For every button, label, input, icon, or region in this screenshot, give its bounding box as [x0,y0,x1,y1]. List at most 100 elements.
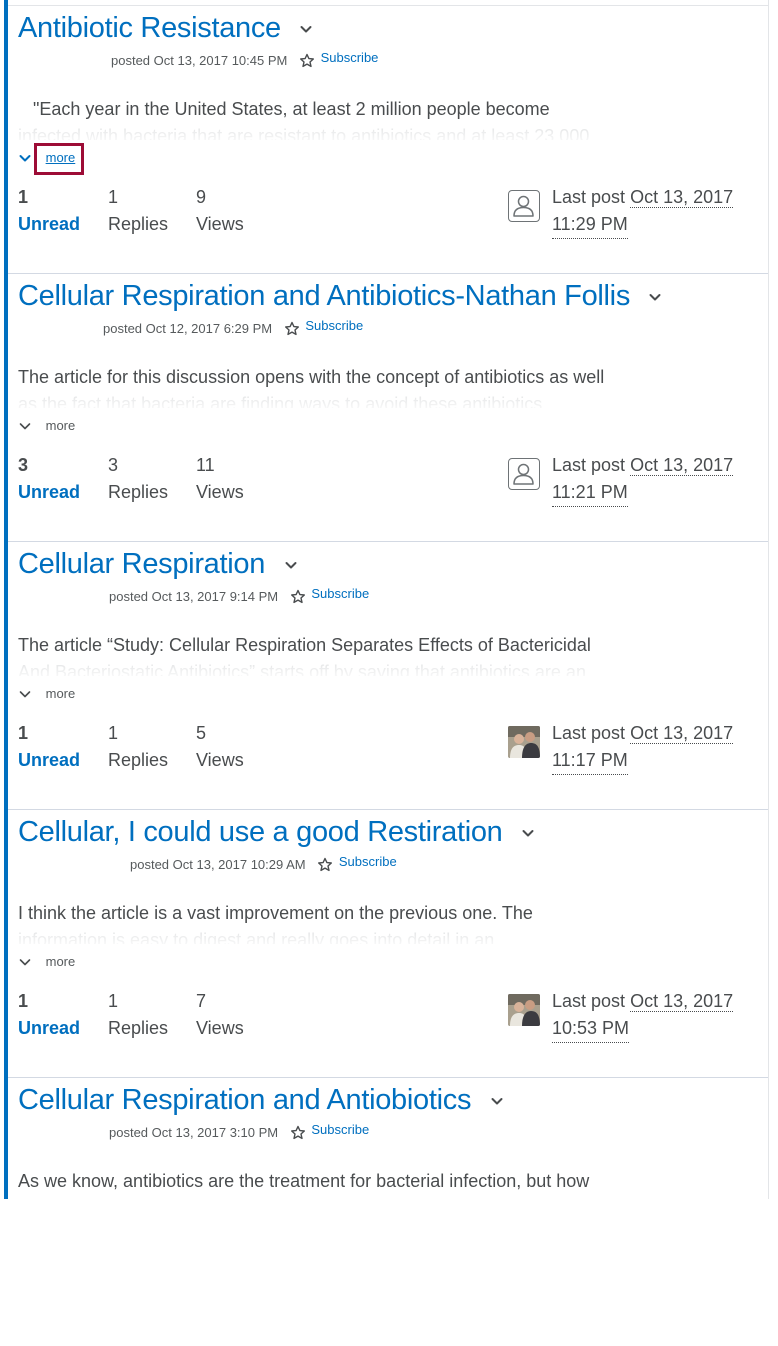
topic-title-link[interactable]: Cellular Respiration and Antiobiotics [18,1084,471,1117]
last-post-date[interactable]: Oct 13, 2017 [630,455,734,476]
posted-date: posted Oct 13, 2017 3:10 PM [109,1125,279,1141]
views-count: 5 [196,723,207,743]
replies-stat: 3 Replies [108,452,188,506]
star-icon[interactable] [299,53,315,69]
posted-date: posted Oct 12, 2017 6:29 PM [103,321,273,337]
chevron-down-icon [18,151,32,165]
more-toggle[interactable]: more [18,685,75,701]
unread-count: 1 [18,723,29,743]
unread-link[interactable]: Unread [18,479,98,506]
topic-actions-chevron-icon[interactable] [299,22,313,36]
more-link[interactable]: more [46,418,76,433]
topic-title-link[interactable]: Cellular Respiration and Antibiotics-Nat… [18,280,630,313]
replies-count: 1 [108,723,119,743]
topic-actions-chevron-icon[interactable] [521,826,535,840]
last-post-date[interactable]: Oct 13, 2017 [630,187,734,208]
views-label: Views [196,482,244,502]
views-count: 7 [196,991,207,1011]
more-link[interactable]: more [46,686,76,701]
views-stat: 7 Views [196,988,276,1042]
star-icon[interactable] [290,589,306,605]
replies-label: Replies [108,1018,169,1038]
views-stat: 5 Views [196,720,276,774]
unread-stat[interactable]: 1 Unread [18,988,98,1042]
topic-meta: posted Oct 13, 2017 10:29 AM Subscribe [130,854,397,873]
excerpt-text: The article “Study: Cellular Respiration… [18,635,591,655]
replies-stat: 1 Replies [108,720,188,774]
last-post: Last post Oct 13, 2017 11:29 PM [508,184,768,244]
subscribe-link[interactable]: Subscribe [339,854,397,869]
topic-meta: posted Oct 13, 2017 9:14 PM Subscribe [109,586,369,605]
views-count: 9 [196,187,207,207]
subscribe-link[interactable]: Subscribe [311,1122,369,1137]
last-post-time[interactable]: 11:29 PM [552,211,628,239]
topic-actions-chevron-icon[interactable] [284,558,298,572]
subscribe-link[interactable]: Subscribe [311,586,369,601]
topic-item: Antibiotic Resistance posted Oct 13, 201… [8,6,768,274]
topic-actions-chevron-icon[interactable] [490,1094,504,1108]
topic-item: Cellular Respiration posted Oct 13, 2017… [8,542,768,810]
unread-stat[interactable]: 1 Unread [18,720,98,774]
more-toggle[interactable]: more [18,953,75,969]
views-label: Views [196,214,244,234]
last-post-text: Last post Oct 13, 2017 10:53 PM [552,988,734,1043]
posted-date: posted Oct 13, 2017 9:14 PM [109,589,279,605]
views-label: Views [196,1018,244,1038]
topic-excerpt: As we know, antibiotics are the treatmen… [18,1168,658,1195]
last-post-label: Last post [552,455,626,475]
topic-title-link[interactable]: Cellular Respiration [18,548,265,581]
discussion-topic-list: Antibiotic Resistance posted Oct 13, 201… [0,0,778,1199]
views-count: 11 [196,455,215,475]
last-post-label: Last post [552,723,626,743]
topic-title-row: Cellular Respiration and Antibiotics-Nat… [18,280,662,313]
excerpt-faded-text: as the fact that bacteria are finding wa… [18,394,548,408]
last-post-label: Last post [552,991,626,1011]
excerpt-text: As we know, antibiotics are the treatmen… [18,1171,590,1191]
topic-meta: posted Oct 13, 2017 10:45 PM Subscribe [111,50,379,69]
user-placeholder-icon [508,190,540,222]
views-stat: 9 Views [196,184,276,238]
last-post-time[interactable]: 11:17 PM [552,747,628,775]
user-photo [508,994,540,1026]
unread-count: 3 [18,455,29,475]
last-post-time[interactable]: 11:21 PM [552,479,628,507]
subscribe-link[interactable]: Subscribe [305,318,363,333]
more-link[interactable]: more [46,954,76,969]
replies-count: 1 [108,991,119,1011]
topic-title-link[interactable]: Antibiotic Resistance [18,12,281,45]
topic-item: Cellular Respiration and Antiobiotics po… [8,1078,768,1346]
excerpt-text: The article for this discussion opens wi… [18,367,605,387]
topic-title-row: Cellular, I could use a good Restiration [18,816,535,849]
star-icon[interactable] [284,321,300,337]
last-post-date[interactable]: Oct 13, 2017 [630,991,734,1012]
star-icon[interactable] [290,1125,306,1141]
topic-excerpt: The article “Study: Cellular Respiration… [18,632,658,676]
views-label: Views [196,750,244,770]
star-icon[interactable] [317,857,333,873]
topic-title-row: Antibiotic Resistance [18,12,313,45]
more-toggle[interactable]: more [18,417,75,433]
topic-title-link[interactable]: Cellular, I could use a good Restiration [18,816,503,849]
unread-stat[interactable]: 1 Unread [18,184,98,238]
topic-meta: posted Oct 12, 2017 6:29 PM Subscribe [103,318,363,337]
unread-link[interactable]: Unread [18,1015,98,1042]
replies-count: 1 [108,187,119,207]
last-post: Last post Oct 13, 2017 11:21 PM [508,452,768,512]
posted-date: posted Oct 13, 2017 10:29 AM [130,857,306,873]
excerpt-text: "Each year in the United States, at leas… [18,99,550,119]
focus-outline [34,143,84,175]
last-post-date[interactable]: Oct 13, 2017 [630,723,734,744]
chevron-down-icon [18,955,32,969]
excerpt-faded-text: information is easy to digest and really… [18,930,495,944]
unread-link[interactable]: Unread [18,747,98,774]
last-post-text: Last post Oct 13, 2017 11:17 PM [552,720,734,775]
chevron-down-icon [18,419,32,433]
subscribe-link[interactable]: Subscribe [321,50,379,65]
unread-link[interactable]: Unread [18,211,98,238]
unread-stat[interactable]: 3 Unread [18,452,98,506]
topic-item: Cellular Respiration and Antibiotics-Nat… [8,274,768,542]
last-post-time[interactable]: 10:53 PM [552,1015,630,1043]
topic-actions-chevron-icon[interactable] [648,290,662,304]
topic-title-row: Cellular Respiration [18,548,298,581]
replies-label: Replies [108,750,169,770]
